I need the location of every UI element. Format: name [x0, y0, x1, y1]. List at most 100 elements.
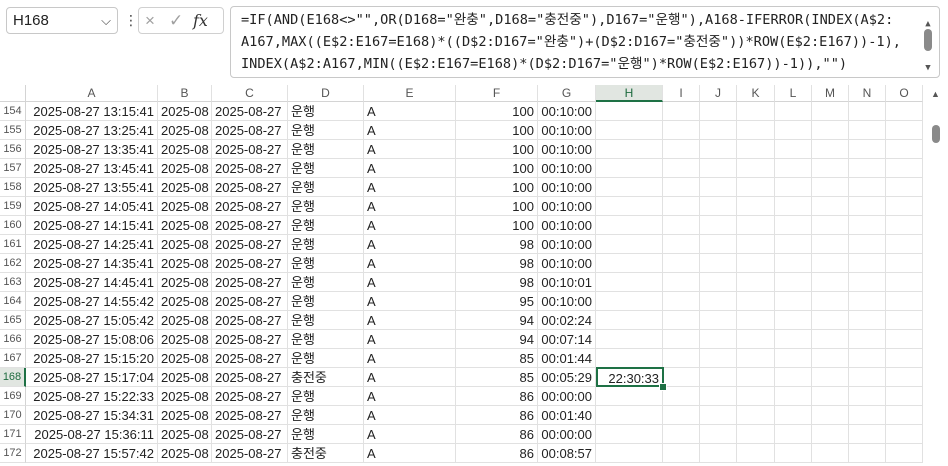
cell-k[interactable]	[737, 349, 775, 368]
cell-b[interactable]: 2025-08	[158, 102, 212, 121]
cell-o[interactable]	[886, 273, 923, 292]
cell-b[interactable]: 2025-08	[158, 311, 212, 330]
cell-a[interactable]: 2025-08-27 14:15:41	[26, 216, 158, 235]
cell-d[interactable]: 운행	[288, 311, 364, 330]
fill-handle[interactable]	[659, 383, 667, 391]
cell-g[interactable]: 00:10:00	[538, 216, 596, 235]
cell-f[interactable]: 100	[456, 197, 538, 216]
cell-d[interactable]: 운행	[288, 254, 364, 273]
cell-o[interactable]	[886, 178, 923, 197]
cell-m[interactable]	[812, 102, 849, 121]
cell-k[interactable]	[737, 159, 775, 178]
cell-h[interactable]	[596, 178, 663, 197]
cell-a[interactable]: 2025-08-27 13:25:41	[26, 121, 158, 140]
cell-c[interactable]: 2025-08-27	[212, 140, 288, 159]
cell-m[interactable]	[812, 254, 849, 273]
cell-f[interactable]: 94	[456, 311, 538, 330]
chevron-down-icon[interactable]: ⌵	[101, 8, 111, 33]
cell-h[interactable]	[596, 311, 663, 330]
cell-e[interactable]: A	[364, 368, 456, 387]
cell-d[interactable]: 운행	[288, 235, 364, 254]
cell-f[interactable]: 95	[456, 292, 538, 311]
row-header[interactable]: 164	[0, 292, 26, 311]
column-header-c[interactable]: C	[212, 85, 288, 102]
column-header-n[interactable]: N	[849, 85, 886, 102]
cell-m[interactable]	[812, 216, 849, 235]
cell-o[interactable]	[886, 254, 923, 273]
cell-k[interactable]	[737, 121, 775, 140]
cell-f[interactable]: 98	[456, 273, 538, 292]
cell-g[interactable]: 00:08:57	[538, 444, 596, 463]
cell-m[interactable]	[812, 330, 849, 349]
cell-e[interactable]: A	[364, 178, 456, 197]
cell-n[interactable]	[849, 444, 886, 463]
cell-n[interactable]	[849, 254, 886, 273]
cell-f[interactable]: 98	[456, 254, 538, 273]
cell-d[interactable]: 운행	[288, 406, 364, 425]
cell-f[interactable]: 100	[456, 121, 538, 140]
cell-b[interactable]: 2025-08	[158, 140, 212, 159]
cell-k[interactable]	[737, 178, 775, 197]
cell-l[interactable]	[775, 444, 812, 463]
cell-n[interactable]	[849, 178, 886, 197]
cell-m[interactable]	[812, 349, 849, 368]
row-header[interactable]: 154	[0, 102, 26, 121]
cell-g[interactable]: 00:10:01	[538, 273, 596, 292]
cell-i[interactable]	[663, 330, 700, 349]
cell-o[interactable]	[886, 311, 923, 330]
cell-h[interactable]	[596, 121, 663, 140]
cell-h[interactable]	[596, 235, 663, 254]
cell-o[interactable]	[886, 216, 923, 235]
cell-b[interactable]: 2025-08	[158, 178, 212, 197]
cell-b[interactable]: 2025-08	[158, 254, 212, 273]
cell-g[interactable]: 00:10:00	[538, 197, 596, 216]
cell-d[interactable]: 운행	[288, 102, 364, 121]
cell-h[interactable]	[596, 330, 663, 349]
more-options-icon[interactable]: ⋮	[124, 10, 138, 30]
cell-i[interactable]	[663, 311, 700, 330]
cell-i[interactable]	[663, 140, 700, 159]
cell-o[interactable]	[886, 140, 923, 159]
cell-g[interactable]: 00:05:29	[538, 368, 596, 387]
cell-a[interactable]: 2025-08-27 15:36:11	[26, 425, 158, 444]
cell-l[interactable]	[775, 216, 812, 235]
cell-e[interactable]: A	[364, 444, 456, 463]
cell-l[interactable]	[775, 102, 812, 121]
row-header[interactable]: 171	[0, 425, 26, 444]
cell-j[interactable]	[700, 444, 737, 463]
cell-m[interactable]	[812, 387, 849, 406]
cell-i[interactable]	[663, 273, 700, 292]
cell-c[interactable]: 2025-08-27	[212, 368, 288, 387]
scroll-up-icon[interactable]: ▲	[931, 89, 940, 99]
cell-m[interactable]	[812, 368, 849, 387]
column-header-j[interactable]: J	[700, 85, 737, 102]
row-header[interactable]: 159	[0, 197, 26, 216]
cell-f[interactable]: 100	[456, 159, 538, 178]
cell-i[interactable]	[663, 102, 700, 121]
cell-k[interactable]	[737, 330, 775, 349]
cell-d[interactable]: 운행	[288, 330, 364, 349]
cell-c[interactable]: 2025-08-27	[212, 349, 288, 368]
cell-l[interactable]	[775, 349, 812, 368]
cell-a[interactable]: 2025-08-27 13:15:41	[26, 102, 158, 121]
cell-n[interactable]	[849, 273, 886, 292]
cell-a[interactable]: 2025-08-27 14:35:41	[26, 254, 158, 273]
column-header-h[interactable]: H	[596, 85, 663, 102]
formula-input[interactable]: =IF(AND(E168<>"",OR(D168="완충",D168="충전중"…	[230, 6, 940, 78]
cell-j[interactable]	[700, 178, 737, 197]
cell-m[interactable]	[812, 273, 849, 292]
cell-m[interactable]	[812, 311, 849, 330]
cell-c[interactable]: 2025-08-27	[212, 387, 288, 406]
cell-c[interactable]: 2025-08-27	[212, 216, 288, 235]
cell-o[interactable]	[886, 349, 923, 368]
row-header[interactable]: 155	[0, 121, 26, 140]
cell-k[interactable]	[737, 425, 775, 444]
cell-c[interactable]: 2025-08-27	[212, 311, 288, 330]
cell-h[interactable]	[596, 140, 663, 159]
cell-b[interactable]: 2025-08	[158, 235, 212, 254]
cell-e[interactable]: A	[364, 311, 456, 330]
cell-n[interactable]	[849, 197, 886, 216]
cell-l[interactable]	[775, 425, 812, 444]
cell-j[interactable]	[700, 159, 737, 178]
column-header-l[interactable]: L	[775, 85, 812, 102]
